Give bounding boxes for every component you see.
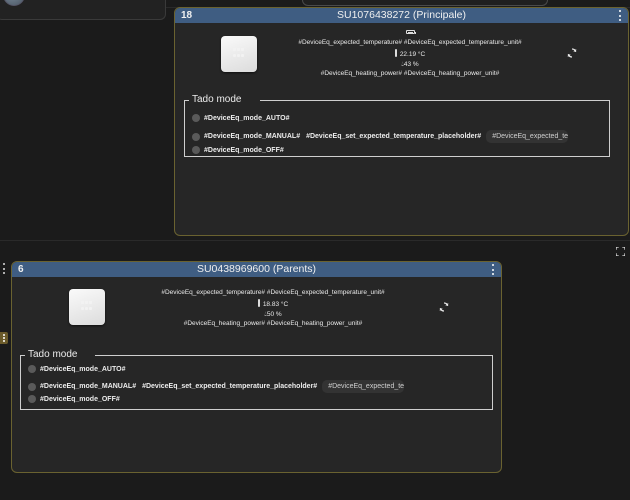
mode-manual-option[interactable]: #DeviceEq_mode_MANUAL# #DeviceEq_set_exp… xyxy=(192,130,569,143)
expected-temperature-line: #DeviceEq_expected_temperature# #DeviceE… xyxy=(161,288,385,296)
mode-off-option[interactable]: #DeviceEq_mode_OFF# xyxy=(192,146,284,154)
mode-off-label: #DeviceEq_mode_OFF# xyxy=(40,395,120,403)
mode-manual-label: #DeviceEq_mode_MANUAL# xyxy=(40,383,137,390)
device-card-principale: 18 SU1076438272 (Principale) #DeviceEq_e… xyxy=(174,7,629,236)
card-title: SU0438969600 (Parents) xyxy=(196,263,317,275)
heating-power-line: #DeviceEq_heating_power# #DeviceEq_heati… xyxy=(320,70,500,77)
card-header: 6 SU0438969600 (Parents) xyxy=(12,262,501,277)
tado-mode-group: Tado mode #DeviceEq_mode_AUTO# #DeviceEq… xyxy=(20,349,493,410)
set-temperature-label: #DeviceEq_set_expected_temperature_place… xyxy=(306,133,482,140)
device-card-parents: 6 SU0438969600 (Parents) #DeviceEq_expec… xyxy=(11,261,502,473)
mode-off-label: #DeviceEq_mode_OFF# xyxy=(204,146,284,154)
expand-icon[interactable] xyxy=(616,247,625,256)
current-temperature: 18.83 °C xyxy=(262,301,289,308)
heating-power-line: #DeviceEq_heating_power# #DeviceEq_heati… xyxy=(183,320,363,327)
partial-widget-top[interactable] xyxy=(302,0,548,6)
card-title: SU1076438272 (Principale) xyxy=(337,9,466,21)
humidity-value: 43 % xyxy=(403,60,419,68)
current-temperature: 22.19 °C xyxy=(399,51,426,58)
mode-manual-option[interactable]: #DeviceEq_mode_MANUAL# #DeviceEq_set_exp… xyxy=(28,380,405,393)
card-header: 18 SU1076438272 (Principale) xyxy=(175,8,628,23)
tado-mode-group: Tado mode #DeviceEq_mode_AUTO# #DeviceEq… xyxy=(184,94,610,157)
grid-divider xyxy=(0,240,630,241)
mode-manual-radio[interactable] xyxy=(28,382,36,391)
mode-auto-label: #DeviceEq_mode_AUTO# xyxy=(204,114,290,122)
mode-manual-radio[interactable] xyxy=(192,132,200,141)
mode-auto-label: #DeviceEq_mode_AUTO# xyxy=(40,365,126,373)
mode-off-radio[interactable] xyxy=(192,146,200,154)
mode-manual-label: #DeviceEq_mode_MANUAL# xyxy=(204,133,301,140)
avatar xyxy=(3,0,25,6)
kebab-menu-icon[interactable] xyxy=(491,264,495,275)
side-kebab-tab-icon[interactable] xyxy=(0,332,8,344)
mode-auto-radio[interactable] xyxy=(192,114,200,122)
thermostat-icon xyxy=(221,36,257,72)
mode-legend: Tado mode xyxy=(192,94,242,105)
partial-widget-left[interactable] xyxy=(0,0,166,20)
battery-icon xyxy=(405,30,416,34)
refresh-icon[interactable] xyxy=(438,301,450,313)
expected-temperature-input[interactable]: #DeviceEq_expected_te xyxy=(486,130,569,143)
mode-auto-option[interactable]: #DeviceEq_mode_AUTO# xyxy=(192,114,289,122)
mode-auto-radio[interactable] xyxy=(28,365,36,373)
mode-off-option[interactable]: #DeviceEq_mode_OFF# xyxy=(28,395,120,403)
expected-temperature-line: #DeviceEq_expected_temperature# #DeviceE… xyxy=(298,38,522,46)
mode-off-radio[interactable] xyxy=(28,395,36,403)
side-kebab-icon[interactable] xyxy=(2,263,6,274)
mode-auto-option[interactable]: #DeviceEq_mode_AUTO# xyxy=(28,365,125,373)
thermometer-icon xyxy=(394,49,397,57)
humidity-value: 50 % xyxy=(266,310,282,318)
device-info: #DeviceEq_expected_temperature# #DeviceE… xyxy=(148,284,398,331)
device-info: #DeviceEq_expected_temperature# #DeviceE… xyxy=(285,30,535,81)
thermometer-icon xyxy=(257,299,260,307)
mode-legend: Tado mode xyxy=(28,349,78,360)
refresh-icon[interactable] xyxy=(566,47,578,59)
kebab-menu-icon[interactable] xyxy=(618,10,622,21)
set-temperature-label: #DeviceEq_set_expected_temperature_place… xyxy=(142,383,318,390)
thermostat-icon xyxy=(69,289,105,325)
expected-temperature-input[interactable]: #DeviceEq_expected_te xyxy=(322,380,405,393)
